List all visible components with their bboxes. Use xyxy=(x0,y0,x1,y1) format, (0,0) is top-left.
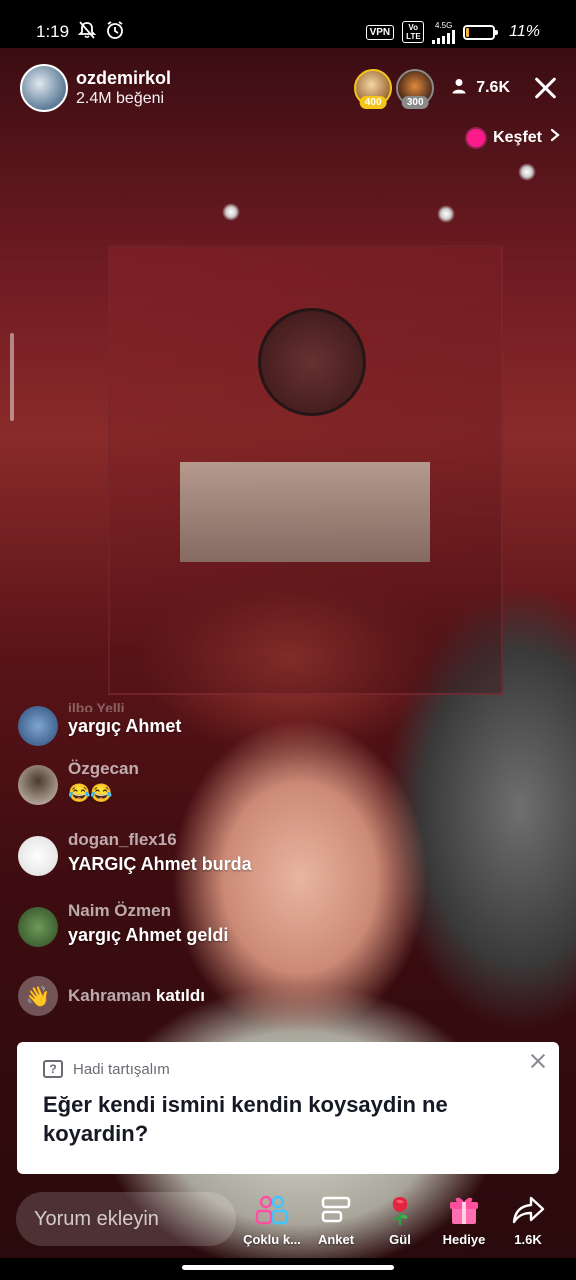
gifter-score: 300 xyxy=(401,96,429,109)
card-close-icon[interactable] xyxy=(529,1052,547,1070)
card-question: Eğer kendi ismini kendin koysaydin ne ko… xyxy=(43,1092,448,1147)
mute-notification-icon xyxy=(77,20,97,45)
comment-item: Özgecan 😂😂 xyxy=(18,759,378,830)
join-text: katıldı xyxy=(155,986,205,1005)
ceiling-light xyxy=(222,203,240,221)
join-notice: 👋 Kahraman katıldı xyxy=(18,974,378,1018)
viewer-count-value: 7.6K xyxy=(476,79,510,96)
battery-icon xyxy=(463,24,499,40)
comment-feed: ilbo Yelli yargıç Ahmet Özgecan 😂😂 dogan… xyxy=(18,700,378,1018)
rose-button[interactable]: Gül xyxy=(368,1192,432,1247)
chevron-right-icon xyxy=(550,128,560,147)
rose-icon xyxy=(384,1192,416,1228)
share-icon xyxy=(511,1192,545,1228)
gift-button[interactable]: Hediye xyxy=(432,1192,496,1247)
action-label: Anket xyxy=(317,1231,355,1247)
question-chat-icon: ? xyxy=(43,1060,63,1078)
signal-icon xyxy=(432,29,456,44)
host-name: ozdemirkol xyxy=(76,68,172,88)
gifter-avatar[interactable]: 400 xyxy=(354,69,393,109)
side-scroll-indicator xyxy=(10,333,14,421)
comment-message: yargıç Ahmet geldi xyxy=(68,925,229,945)
host-likes: 2.4M beğeni xyxy=(76,90,165,107)
share-button[interactable]: 1.6K xyxy=(496,1192,560,1247)
comment-avatar[interactable] xyxy=(18,706,58,746)
gifter-score: 400 xyxy=(359,96,387,109)
discussion-card[interactable]: ? Hadi tartışalım Eğer kendi ismini kend… xyxy=(17,1042,559,1174)
person-icon xyxy=(452,78,466,99)
battery-percent: 11% xyxy=(509,23,540,40)
status-bar: 1:19 VPN Vo LTE 4.5G 11% xyxy=(0,0,576,64)
comment-input[interactable]: Yorum ekleyin xyxy=(16,1192,236,1246)
close-icon[interactable] xyxy=(532,74,560,102)
comment-user: Naim Özmen xyxy=(68,901,171,920)
status-time: 1:19 xyxy=(36,22,70,41)
vpn-indicator: VPN xyxy=(365,24,395,40)
network-type: 4.5G xyxy=(434,20,453,30)
comment-message: 😂😂 xyxy=(68,783,113,803)
bottom-bar: Yorum ekleyin Çoklu k... Anket Gül Hediy… xyxy=(0,1180,576,1258)
comment-user: ilbo Yelli xyxy=(68,700,125,712)
host-avatar[interactable] xyxy=(20,64,68,112)
explore-button[interactable]: Keşfet xyxy=(467,128,560,147)
wall-clock xyxy=(258,308,366,416)
comment-avatar[interactable] xyxy=(18,836,58,876)
wave-hand-icon: 👋 xyxy=(18,976,58,1016)
ceiling-light xyxy=(518,163,536,181)
alarm-icon xyxy=(105,20,125,45)
poll-icon xyxy=(320,1192,352,1228)
action-label: Hediye xyxy=(442,1231,486,1247)
gifter-avatar[interactable]: 300 xyxy=(396,69,435,109)
comment-message: yargıç Ahmet xyxy=(68,716,182,736)
network-indicator: 4.5G xyxy=(432,20,456,44)
action-label: 1.6K xyxy=(514,1231,542,1247)
explore-dot-icon xyxy=(467,128,486,147)
join-user: Kahraman xyxy=(68,986,152,1005)
action-label: Çoklu k... xyxy=(243,1231,301,1247)
multi-guest-icon xyxy=(254,1192,290,1228)
comment-user: Özgecan xyxy=(68,759,139,778)
comment-item: Naim Özmen yargıç Ahmet geldi xyxy=(18,901,378,972)
ceiling-light xyxy=(437,205,455,223)
comment-avatar[interactable] xyxy=(18,907,58,947)
comment-avatar[interactable] xyxy=(18,765,58,805)
gift-icon xyxy=(447,1192,481,1228)
multi-guest-button[interactable]: Çoklu k... xyxy=(240,1192,304,1247)
action-bar: Çoklu k... Anket Gül Hediye 1.6K xyxy=(240,1192,560,1247)
comment-user: dogan_flex16 xyxy=(68,830,177,849)
volte-indicator: Vo LTE xyxy=(402,21,425,43)
comment-item: dogan_flex16 YARGIÇ Ahmet burda xyxy=(18,830,378,901)
explore-label: Keşfet xyxy=(493,128,542,146)
comment-message: YARGIÇ Ahmet burda xyxy=(68,854,252,874)
live-header: ozdemirkol 2.4M beğeni 400 300 7.6K xyxy=(20,62,560,114)
comment-item: ilbo Yelli yargıç Ahmet xyxy=(18,700,378,759)
battery-level xyxy=(466,27,470,37)
poll-button[interactable]: Anket xyxy=(304,1192,368,1247)
top-gifters: 400 300 xyxy=(354,69,435,109)
viewer-count[interactable]: 7.6K xyxy=(452,78,510,99)
action-label: Gül xyxy=(389,1231,411,1247)
wall-picture xyxy=(180,462,430,562)
card-title: Hadi tartışalım xyxy=(73,1060,170,1078)
host-info[interactable]: ozdemirkol 2.4M beğeni xyxy=(76,68,171,108)
home-indicator[interactable] xyxy=(182,1265,394,1270)
